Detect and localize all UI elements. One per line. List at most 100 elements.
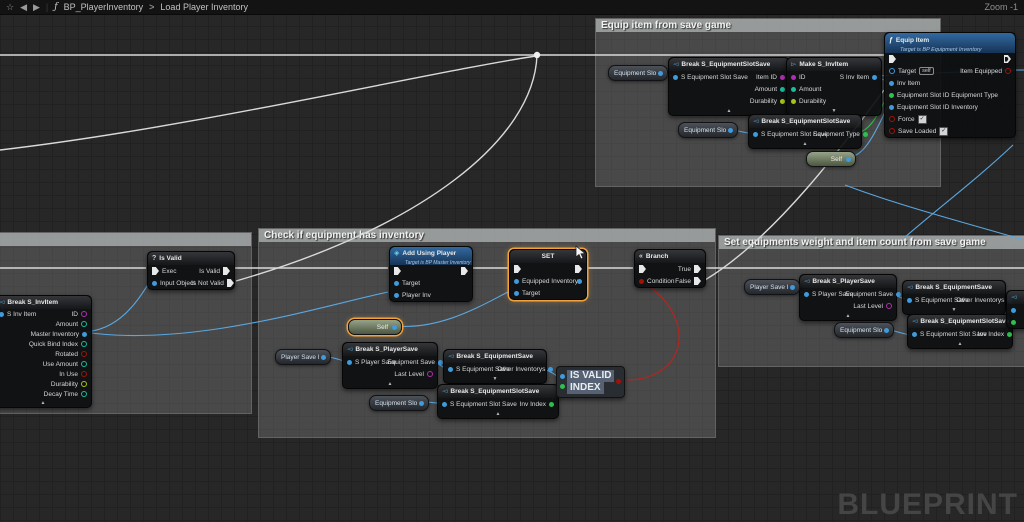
collapse-up-icon[interactable]: ▲ (800, 312, 896, 320)
comment-set-weight-header[interactable]: Set equipments weight and item count fro… (719, 236, 1024, 249)
break-s-equipmentslotsave-1-header[interactable]: ◅Break S_EquipmentSlotSave (669, 58, 789, 71)
bool-checkbox[interactable]: ✓ (939, 127, 948, 136)
break-s-equipmentsave-1-header[interactable]: ◅Break S_EquipmentSave (444, 350, 546, 363)
variable-pill-equipment-slot-l-4[interactable]: Equipment Slot L (834, 322, 894, 338)
make-s-invitem[interactable]: ▻Make S_InvItemIDS Inv ItemAmountDurabil… (786, 57, 882, 116)
out-pin-value[interactable] (577, 279, 582, 284)
out-pin[interactable] (790, 285, 795, 290)
out-pin-use-amount[interactable] (81, 361, 87, 367)
nav-forward-icon[interactable]: ▶ (33, 0, 40, 14)
break-s-equipmentslotsave-2-header[interactable]: ◅Break S_EquipmentSlotSave (749, 115, 861, 128)
in-exec-pin[interactable] (394, 267, 401, 275)
comment-left-partial-header[interactable] (0, 233, 251, 246)
out-pin-item-equipped[interactable] (1005, 68, 1011, 74)
out-pin[interactable] (846, 157, 851, 162)
out-pin-id[interactable] (81, 311, 87, 317)
collapse-up-icon[interactable]: ▲ (438, 410, 558, 418)
out-pin-amount[interactable] (81, 321, 87, 327)
break-s-invitem[interactable]: ◅Break S_InvItemS Inv ItemIDAmountMaster… (0, 295, 92, 408)
in-pin-s-equipment-slot-save[interactable] (442, 402, 447, 407)
break-s-playersave-2[interactable]: ◅Break S_PlayerSaveS Player SaveEquipmen… (799, 274, 897, 321)
equip-item-header[interactable]: ƒEquip ItemTarget is BP Equipment Invent… (885, 33, 1015, 53)
out-pin-amount[interactable] (780, 87, 785, 92)
break-s-equipmentslotsave-3[interactable]: ◅Break S_EquipmentSlotSaveS Equipment Sl… (437, 384, 559, 419)
out-pin[interactable] (392, 325, 397, 330)
out-pin-quick-bind-index[interactable] (81, 341, 87, 347)
out-pin-decay-time[interactable] (81, 391, 87, 397)
in-exec-pin[interactable] (514, 265, 521, 273)
break-s-equipmentslotsave-4[interactable]: ◅Break S_EquipmentSlotSaveS Equipment Sl… (907, 314, 1013, 349)
out-exec-pin[interactable] (461, 267, 468, 275)
in-pin-s-equipment-slot-save[interactable] (753, 132, 758, 137)
break-s-playersave-1[interactable]: ◅Break S_PlayerSaveS Player SaveEquipmen… (342, 342, 438, 389)
variable-pill-player-save-l-2[interactable]: Player Save L (744, 279, 800, 295)
breadcrumb-page[interactable]: Load Player Inventory (160, 2, 248, 12)
out-exec-pin[interactable] (227, 279, 234, 287)
in-pin-s-equipment-slot-save[interactable] (912, 332, 917, 337)
out-pin[interactable] (728, 128, 733, 133)
breadcrumb-root[interactable]: BP_PlayerInventory (64, 2, 144, 12)
in-pin-equipped-inventory[interactable] (514, 279, 519, 284)
break-s-equipmentslotsave-1[interactable]: ◅Break S_EquipmentSlotSaveS Equipment Sl… (668, 57, 790, 116)
out-pin-durability[interactable] (780, 99, 785, 104)
out-pin[interactable] (616, 379, 621, 384)
bookmark-star-icon[interactable]: ☆ (6, 0, 14, 14)
break-s-equipmentsave-2[interactable]: ◅Break S_EquipmentSaveS Equipment SaveOt… (902, 280, 1006, 315)
is-valid-index[interactable]: IS VALIDINDEX (556, 366, 625, 398)
out-exec-pin[interactable] (694, 265, 701, 273)
in-pin-inv-item[interactable] (889, 81, 894, 86)
break-s-equipmentslotsave-2[interactable]: ◅Break S_EquipmentSlotSaveS Equipment Sl… (748, 114, 862, 149)
in-pin-s-equipment-save[interactable] (448, 367, 453, 372)
out-pin[interactable] (658, 71, 663, 76)
out-pin-rotated[interactable] (81, 351, 87, 357)
in-pin-s-equipment-save[interactable] (907, 298, 912, 303)
in-pin[interactable] (560, 374, 565, 379)
out-pin-other-inventorys[interactable] (548, 367, 553, 372)
variable-pill-equipment-slot-l-2[interactable]: Equipment Slot L (678, 122, 738, 138)
variable-pill-equipment-slot-l-1[interactable]: Equipment Slot L (608, 65, 668, 81)
collapse-up-icon[interactable]: ▲ (749, 140, 861, 148)
out-pin-in-use[interactable] (81, 371, 87, 377)
make-s-invitem-header[interactable]: ▻Make S_InvItem (787, 58, 881, 71)
collapse-down-icon[interactable]: ▼ (444, 375, 546, 383)
out-exec-pin[interactable] (575, 265, 582, 273)
out-pin[interactable] (321, 355, 326, 360)
is-valid-header[interactable]: ?Is Valid (148, 252, 234, 265)
in-pin-s-player-save[interactable] (347, 360, 352, 365)
in-pin-target[interactable] (394, 281, 399, 286)
break-s-equipmentsave-1[interactable]: ◅Break S_EquipmentSaveS Equipment SaveOt… (443, 349, 547, 384)
in-pin-s-equipment-slot-save[interactable] (673, 75, 678, 80)
in-pin-value[interactable] (1011, 308, 1016, 313)
in-exec-pin[interactable] (889, 55, 896, 63)
break-s-invitem-header[interactable]: ◅Break S_InvItem (0, 296, 91, 309)
in-pin-value[interactable] (1011, 320, 1016, 325)
in-exec-pin[interactable] (152, 267, 159, 275)
in-pin[interactable] (560, 384, 565, 389)
branch[interactable]: «BranchTrueConditionFalse (634, 249, 706, 288)
out-exec-pin[interactable] (223, 267, 230, 275)
is-valid[interactable]: ?Is ValidExecIs ValidInput ObjectIs Not … (147, 251, 235, 290)
break-s-equipmentslotsave-3-header[interactable]: ◅Break S_EquipmentSlotSave (438, 385, 558, 398)
out-pin-item-id[interactable] (780, 75, 785, 80)
self-literal-box[interactable]: self (919, 67, 934, 75)
break-s-playersave-2-header[interactable]: ◅Break S_PlayerSave (800, 275, 896, 288)
break-s-playersave-1-header[interactable]: ◅Break S_PlayerSave (343, 343, 437, 356)
out-pin-last-level[interactable] (427, 371, 433, 377)
collapse-up-icon[interactable]: ▲ (0, 399, 91, 407)
out-pin-durability[interactable] (81, 381, 87, 387)
reroute-node[interactable] (534, 52, 540, 58)
add-using-player-header[interactable]: ◈Add Using PlayerTarget is BP Master Inv… (390, 247, 472, 265)
in-pin-target[interactable] (889, 68, 895, 74)
out-pin[interactable] (419, 401, 424, 406)
add-using-player[interactable]: ◈Add Using PlayerTarget is BP Master Inv… (389, 246, 473, 302)
out-pin-inv-index[interactable] (1007, 332, 1012, 337)
collapse-down-icon[interactable]: ▼ (903, 306, 1005, 314)
variable-pill-player-save-l-1[interactable]: Player Save L (275, 349, 331, 365)
variable-pill-equipment-slot-l-3[interactable]: Equipment Slot L (369, 395, 429, 411)
in-pin-s-player-save[interactable] (804, 292, 809, 297)
out-exec-pin[interactable] (694, 277, 701, 285)
out-pin-s-inv-item[interactable] (872, 75, 877, 80)
in-pin-id[interactable] (791, 75, 796, 80)
in-pin-player-inv[interactable] (394, 293, 399, 298)
collapse-up-icon[interactable]: ▲ (908, 340, 1012, 348)
